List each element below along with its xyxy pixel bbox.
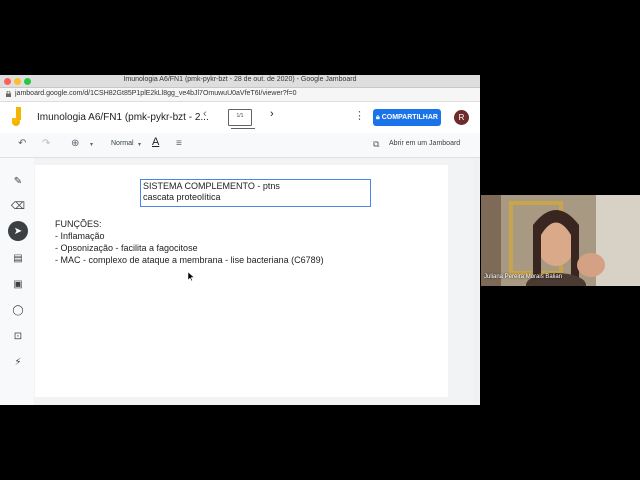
more-options-icon[interactable]: ⋮ [354,109,365,122]
redo-icon[interactable]: ↷ [42,138,50,149]
mouse-cursor-icon [188,272,195,281]
next-frame-chevron-icon[interactable]: › [270,108,274,120]
toolbar: ↶ ↷ ⊕ ▾ Normal ▾ A ≡ ⧉ Abrir em um Jambo… [0,133,480,158]
jam-canvas[interactable]: SISTEMA COMPLEMENTO - ptns cascata prote… [35,165,448,397]
participant-video [481,195,640,286]
laser-icon[interactable]: ⚡︎ [10,354,26,370]
text-box-line: SISTEMA COMPLEMENTO - ptns [143,181,280,191]
eraser-icon[interactable]: ⌫ [10,198,26,214]
circle-shape-icon[interactable]: ◯ [10,302,26,318]
text-color-icon[interactable]: A [152,136,159,148]
video-thumbnail [481,195,640,286]
frame-bar-button[interactable]: 1/1 [228,109,255,129]
title-bar: Imunologia A6/FN1 (pmk-pykr-bzt - 28 de … [0,75,480,88]
participant-name: Juliana Pereira Morais Balian [484,274,563,280]
jamboard-logo-icon [12,107,21,126]
tool-rail: ✎ ⌫ ➤ ▤ ▣ ◯ ⊡ ⚡︎ [0,158,34,405]
zoom-level[interactable]: Normal [111,140,134,147]
select-arrow-icon[interactable]: ➤ [8,221,28,241]
pen-icon[interactable]: ✎ [10,173,26,189]
browser-window: Imunologia A6/FN1 (pmk-pykr-bzt - 28 de … [0,75,480,405]
text-box-icon[interactable]: ⊡ [10,328,26,344]
text-box[interactable]: SISTEMA COMPLEMENTO - ptns cascata prote… [140,179,371,207]
avatar[interactable]: R [454,110,469,125]
address-bar[interactable]: jamboard.google.com/d/1CSH82Gt85P1plE2kL… [0,88,480,102]
share-label: COMPARTILHAR [381,114,438,121]
scrollbar[interactable] [474,158,479,405]
text-box-line: cascata proteolítica [143,192,221,202]
app-header: Imunologia A6/FN1 (pmk-pykr-bzt - 2... ‹… [0,102,480,133]
open-in-jamboard-link[interactable]: Abrir em um Jamboard [389,140,460,147]
zoom-level-dropdown-icon[interactable]: ▾ [138,141,141,148]
open-external-icon[interactable]: ⧉ [373,139,379,150]
lock-icon [6,91,11,97]
window-title: Imunologia A6/FN1 (pmk-pykr-bzt - 28 de … [123,76,357,83]
undo-icon[interactable]: ↶ [18,138,26,149]
url-text[interactable]: jamboard.google.com/d/1CSH82Gt85P1plE2kL… [15,90,297,97]
document-title[interactable]: Imunologia A6/FN1 (pmk-pykr-bzt - 2... [37,112,209,123]
image-icon[interactable]: ▣ [10,276,26,292]
share-button[interactable]: 🔒︎ COMPARTILHAR [373,109,441,126]
canvas-text-line: - MAC - complexo de ataque a membrana - … [55,255,324,265]
frame-indicator: 1/1 [236,113,244,119]
zoom-dropdown-icon[interactable]: ▾ [90,141,93,148]
canvas-text-line: - Inflamação [55,231,105,241]
zoom-icon[interactable]: ⊕ [71,138,79,149]
canvas-text-line: FUNÇÕES: [55,219,102,229]
sticky-note-icon[interactable]: ▤ [10,250,26,266]
canvas-text-line: - Opsonização - facilita a fagocitose [55,243,198,253]
align-left-icon[interactable]: ≡ [176,138,182,149]
prev-frame-chevron-icon[interactable]: ‹ [203,108,207,120]
